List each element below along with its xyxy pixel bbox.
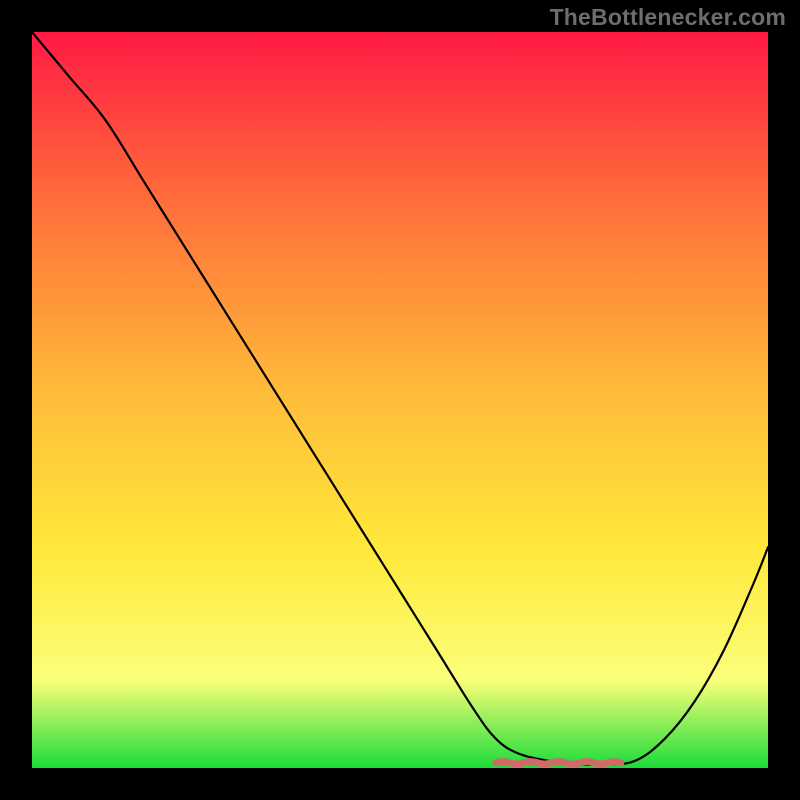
- outer-frame: TheBottlenecker.com: [0, 0, 800, 800]
- watermark-text: TheBottlenecker.com: [550, 4, 786, 31]
- chart-svg: [32, 32, 768, 768]
- plot-area: [32, 32, 768, 768]
- flat-region-highlight: [496, 762, 621, 765]
- gradient-background: [32, 32, 768, 768]
